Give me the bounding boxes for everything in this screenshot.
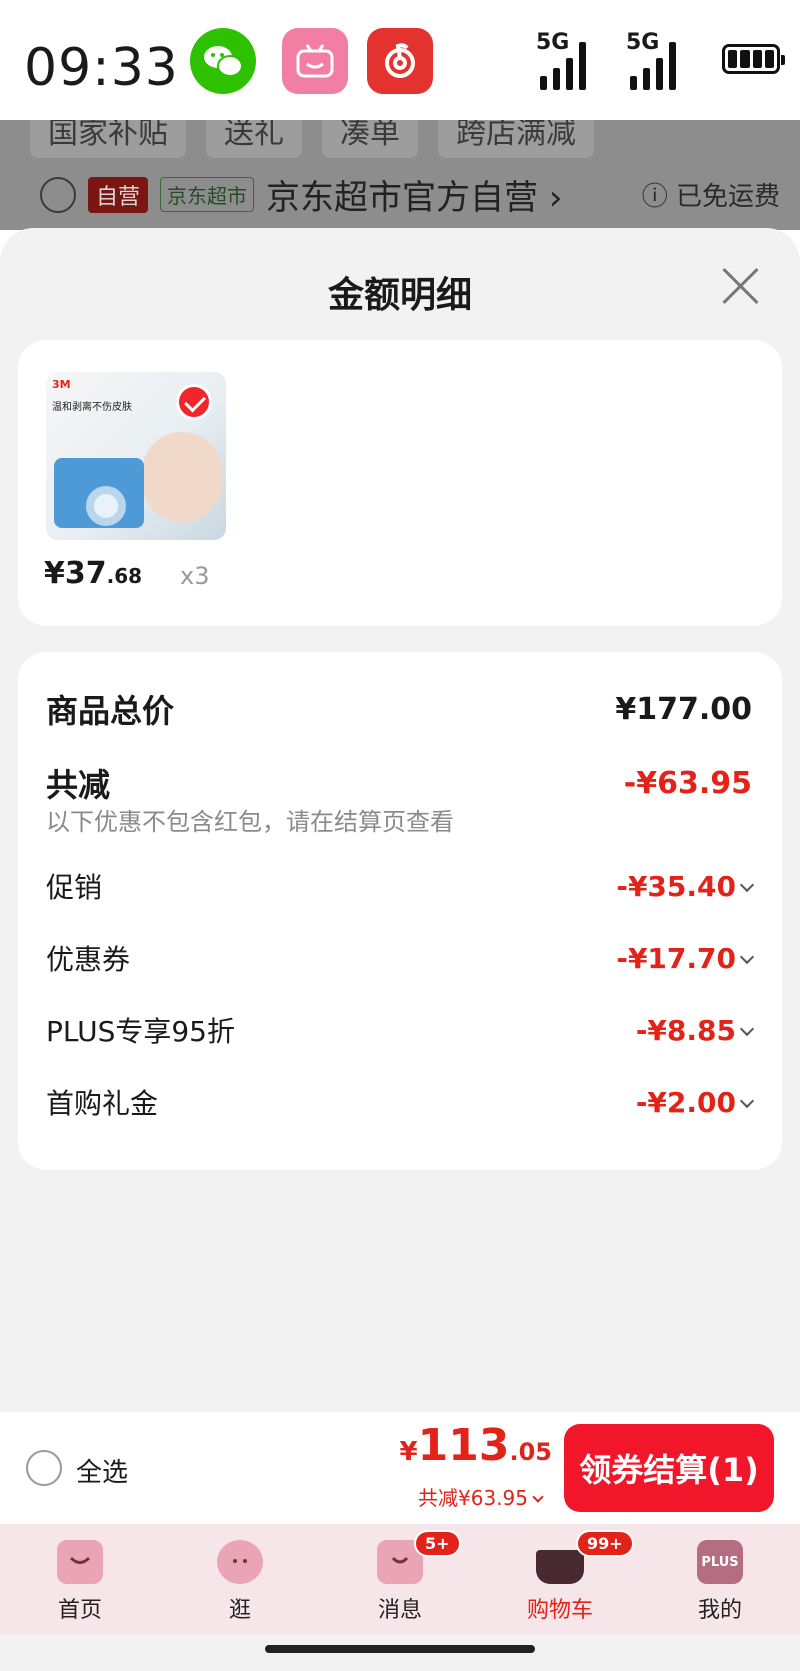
total-reduction-row: 共减 -¥63.95 bbox=[46, 760, 752, 806]
home-icon bbox=[57, 1540, 103, 1584]
coupon-row[interactable]: 优惠券 -¥17.70 bbox=[46, 938, 755, 978]
coupon-value: -¥17.70 bbox=[616, 941, 736, 975]
tab-combine-order: 凑单 bbox=[322, 120, 418, 158]
bilibili-app-icon bbox=[282, 28, 348, 94]
coupon-label: 优惠券 bbox=[46, 943, 131, 976]
product-brand: 3M bbox=[52, 378, 71, 391]
product-quantity: x3 bbox=[180, 562, 210, 590]
promotion-label: 促销 bbox=[46, 871, 103, 904]
home-indicator[interactable] bbox=[265, 1645, 535, 1653]
goods-total-label: 商品总价 bbox=[46, 692, 175, 730]
goods-total-value: ¥177.00 bbox=[615, 691, 752, 727]
product-card: 3M 温和剥离不伤皮肤 ¥37.68 x3 bbox=[18, 340, 782, 626]
total-price: ¥113.05 bbox=[400, 1420, 552, 1471]
sheet-title: 金额明细 bbox=[327, 275, 472, 316]
promotion-row[interactable]: 促销 -¥35.40 bbox=[46, 866, 755, 906]
self-operated-tag: 自营 bbox=[88, 176, 149, 213]
plus-discount-row[interactable]: PLUS专享95折 -¥8.85 bbox=[46, 1010, 755, 1050]
tab-cross-store-discount: 跨店满减 bbox=[438, 120, 594, 158]
chevron-down-icon[interactable] bbox=[739, 1093, 755, 1108]
netease-music-app-icon bbox=[367, 28, 433, 94]
cart-badge: 99+ bbox=[576, 1530, 634, 1557]
tab-gift: 送礼 bbox=[206, 120, 302, 158]
store-select-radio bbox=[40, 176, 76, 213]
first-purchase-gift-value: -¥2.00 bbox=[635, 1085, 736, 1119]
filter-tabs: 国家补贴 送礼 凑单 跨店满减 bbox=[30, 120, 594, 158]
tab-messages-label: 消息 bbox=[377, 1598, 422, 1623]
tab-profile[interactable]: PLUS 我的 bbox=[640, 1524, 800, 1634]
discount-note: 以下优惠不包含红包，请在结算页查看 bbox=[46, 808, 454, 836]
cellular-signal-icon: 5G bbox=[536, 30, 586, 90]
free-shipping-label: ⓘ 已免运费 bbox=[641, 182, 780, 212]
chevron-down-icon[interactable] bbox=[739, 1021, 755, 1036]
bottom-tab-bar: 首页 逛 5+ 消息 99+ 购物车 PLUS 我的 bbox=[0, 1524, 800, 1634]
total-currency: ¥ bbox=[399, 1437, 418, 1467]
plus-discount-value: -¥8.85 bbox=[635, 1013, 736, 1047]
cellular-signal-icon: 5G bbox=[626, 30, 676, 90]
wechat-app-icon bbox=[190, 28, 256, 94]
tab-home[interactable]: 首页 bbox=[0, 1524, 160, 1634]
first-purchase-gift-row[interactable]: 首购礼金 -¥2.00 bbox=[46, 1082, 755, 1122]
total-price-decimal: .05 bbox=[509, 1438, 552, 1466]
product-price-integer: ¥37 bbox=[44, 556, 107, 591]
tab-profile-label: 我的 bbox=[697, 1598, 742, 1623]
message-badge: 5+ bbox=[414, 1530, 461, 1557]
checkout-bar: 全选 ¥113.05 共减¥63.95 领券结算(1) bbox=[0, 1412, 800, 1524]
tape-roll bbox=[86, 486, 126, 526]
baby-photo bbox=[142, 432, 222, 522]
select-all-radio[interactable] bbox=[26, 1450, 62, 1486]
chevron-down-icon[interactable] bbox=[739, 949, 755, 964]
tab-cart[interactable]: 99+ 购物车 bbox=[480, 1524, 640, 1634]
plus-discount-label: PLUS专享95折 bbox=[46, 1015, 235, 1048]
select-all-label[interactable]: 全选 bbox=[76, 1452, 128, 1489]
network-type: 5G bbox=[536, 30, 570, 55]
status-bar: 09:33 5G 5G bbox=[0, 0, 800, 120]
network-type: 5G bbox=[626, 30, 660, 55]
background-cart-page: 国家补贴 送礼 凑单 跨店满减 自营 京东超市 京东超市官方自营 › ⓘ 已免运… bbox=[0, 120, 800, 230]
cart-icon bbox=[536, 1550, 584, 1584]
product-price: ¥37.68 bbox=[44, 556, 142, 591]
promotion-value: -¥35.40 bbox=[616, 869, 736, 903]
first-purchase-gift-label: 首购礼金 bbox=[46, 1087, 159, 1120]
plus-member-icon: PLUS bbox=[697, 1540, 743, 1584]
total-reduction-value: -¥63.95 bbox=[623, 765, 752, 801]
tab-home-label: 首页 bbox=[57, 1598, 102, 1623]
tab-explore[interactable]: 逛 bbox=[160, 1524, 320, 1634]
total-price-integer: 113 bbox=[417, 1420, 510, 1471]
tab-cart-label: 购物车 bbox=[526, 1598, 593, 1623]
tab-explore-label: 逛 bbox=[228, 1598, 251, 1623]
goods-total-row: 商品总价 ¥177.00 bbox=[46, 686, 752, 732]
product-price-decimal: .68 bbox=[106, 564, 143, 588]
planet-icon bbox=[217, 1540, 263, 1584]
supermarket-tag: 京东超市 bbox=[160, 177, 255, 212]
store-name: 京东超市官方自营 › bbox=[266, 178, 563, 218]
chevron-down-icon[interactable] bbox=[739, 877, 755, 892]
checked-icon[interactable] bbox=[176, 384, 212, 420]
price-summary-card: 商品总价 ¥177.00 共减 -¥63.95 以下优惠不包含红包，请在结算页查… bbox=[18, 652, 782, 1170]
total-reduction-label: 共减 bbox=[46, 766, 111, 804]
tab-subsidy: 国家补贴 bbox=[30, 120, 186, 158]
store-header: 自营 京东超市 京东超市官方自营 › ⓘ 已免运费 bbox=[40, 170, 780, 219]
product-caption: 温和剥离不伤皮肤 bbox=[52, 402, 132, 413]
tab-messages[interactable]: 5+ 消息 bbox=[320, 1524, 480, 1634]
clock: 09:33 bbox=[24, 38, 179, 98]
battery-icon bbox=[722, 44, 785, 74]
checkout-button[interactable]: 领券结算(1) bbox=[564, 1424, 774, 1512]
close-icon[interactable] bbox=[720, 266, 760, 306]
chevron-down-icon bbox=[532, 1491, 544, 1503]
total-reduction-summary: 共减¥63.95 bbox=[418, 1486, 528, 1510]
total-reduction-toggle[interactable]: 共减¥63.95 bbox=[418, 1482, 544, 1511]
